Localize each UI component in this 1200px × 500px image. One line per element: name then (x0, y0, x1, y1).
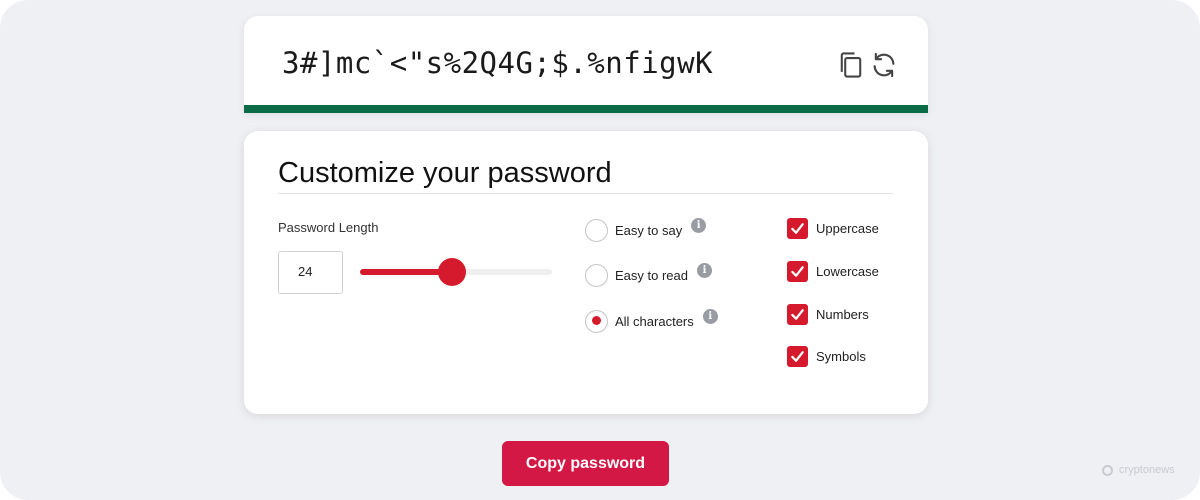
password-length-label: Password Length (278, 220, 379, 235)
watermark-text: cryptonews (1119, 464, 1175, 476)
refresh-icon[interactable] (870, 50, 898, 80)
title-divider (278, 193, 893, 194)
password-strength-bar (244, 105, 928, 113)
customize-card: Customize your password Password Length … (244, 131, 928, 414)
checkmark-icon (791, 350, 804, 362)
radio-button[interactable] (585, 309, 608, 333)
checkbox[interactable] (787, 260, 808, 282)
radio-label: Easy to say (615, 222, 683, 238)
watermark-logo-icon (1102, 464, 1113, 476)
checkmark-icon (791, 308, 804, 320)
generated-password: 3#]mc`<"s%2Q4G;$.%nfigwK (282, 46, 714, 80)
radio-label: All characters (615, 313, 694, 329)
page-background: 3#]mc`<"s%2Q4G;$.%nfigwK Customize your … (0, 0, 1200, 500)
checkbox-numbers[interactable]: Numbers (787, 303, 869, 325)
checkbox[interactable] (787, 345, 808, 367)
checkmark-icon (791, 265, 804, 277)
watermark: cryptonews (1102, 464, 1175, 476)
radio-easy-to-say[interactable]: Easy to say i (585, 217, 707, 242)
customize-title: Customize your password (278, 157, 612, 189)
radio-button[interactable] (585, 218, 608, 242)
checkbox-symbols[interactable]: Symbols (787, 345, 866, 367)
info-icon[interactable]: i (691, 217, 707, 233)
password-length-slider[interactable] (360, 258, 552, 286)
info-icon[interactable]: i (702, 308, 718, 324)
checkbox[interactable] (787, 303, 808, 325)
radio-button[interactable] (585, 263, 608, 287)
slider-thumb[interactable] (438, 258, 467, 286)
radio-label: Easy to read (615, 267, 688, 283)
checkbox-lowercase[interactable]: Lowercase (787, 260, 879, 282)
info-icon[interactable]: i (697, 262, 712, 278)
radio-easy-to-read[interactable]: Easy to read i (585, 262, 712, 287)
password-display-card: 3#]mc`<"s%2Q4G;$.%nfigwK (244, 16, 928, 113)
checkbox-label: Lowercase (816, 263, 879, 279)
checkbox[interactable] (787, 217, 808, 239)
checkbox-label: Numbers (816, 306, 869, 322)
checkmark-icon (791, 222, 804, 234)
copy-password-button[interactable]: Copy password (502, 441, 669, 486)
radio-all-characters[interactable]: All characters i (585, 308, 718, 333)
checkbox-label: Symbols (816, 348, 866, 364)
checkbox-uppercase[interactable]: Uppercase (787, 217, 879, 239)
checkbox-label: Uppercase (816, 220, 879, 236)
password-length-input[interactable]: 24 (278, 251, 343, 294)
copy-icon[interactable] (837, 50, 865, 80)
